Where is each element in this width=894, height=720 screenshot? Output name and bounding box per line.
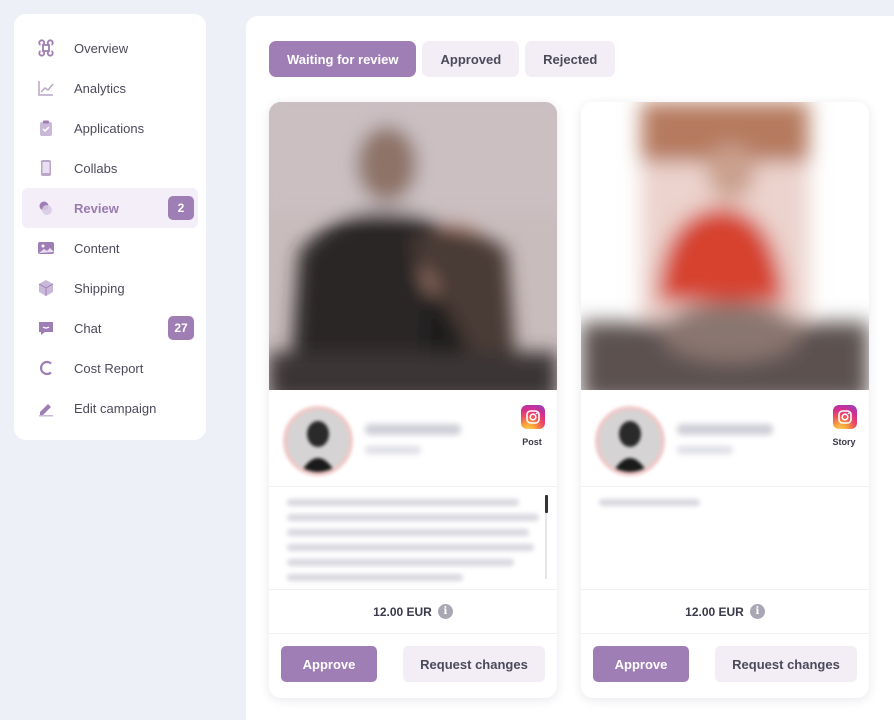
price-value: 12.00 EUR: [373, 604, 432, 619]
caption-text-blurred: [581, 486, 869, 590]
sidebar-item-cost-report[interactable]: Cost Report: [22, 348, 198, 388]
instagram-icon: [521, 405, 545, 429]
creator-avatar[interactable]: [595, 406, 665, 476]
sidebar-item-label: Cost Report: [74, 360, 144, 376]
tab-waiting-for-review[interactable]: Waiting for review: [269, 41, 417, 77]
sidebar-item-review[interactable]: Review 2: [22, 188, 198, 228]
content-type-label: Post: [522, 437, 542, 447]
sidebar-item-label: Collabs: [74, 160, 118, 176]
content-type-label: Story: [832, 437, 856, 447]
sidebar-item-label: Chat: [74, 320, 102, 336]
creator-handle-blurred: [677, 446, 733, 454]
sidebar-item-label: Analytics: [74, 80, 127, 96]
instagram-icon: [833, 405, 857, 429]
sidebar-item-label: Overview: [74, 40, 129, 56]
approve-button[interactable]: Approve: [593, 646, 689, 682]
review-panel: Waiting for review Approved Rejected Pos…: [246, 16, 894, 720]
sidebar-item-overview[interactable]: Overview: [22, 28, 198, 68]
review-icon: [36, 198, 56, 218]
clipboard-icon: [36, 118, 56, 138]
image-icon: [36, 238, 56, 258]
info-icon[interactable]: i: [749, 604, 765, 619]
price-row: 12.00 EUR i: [581, 590, 869, 634]
creator-name-blurred: [677, 424, 773, 435]
caption-text-blurred: [269, 486, 557, 590]
chat-count-badge: 27: [168, 316, 194, 340]
tab-approved[interactable]: Approved: [422, 41, 520, 77]
euro-icon: [36, 358, 56, 378]
review-count-badge: 2: [168, 196, 194, 220]
creator-avatar[interactable]: [283, 406, 353, 476]
sidebar: Overview Analytics Applications Collabs …: [14, 14, 206, 440]
command-icon: [36, 38, 56, 58]
price-value: 12.00 EUR: [685, 604, 744, 619]
package-icon: [36, 278, 56, 298]
sidebar-item-shipping[interactable]: Shipping: [22, 268, 198, 308]
phone-icon: [36, 158, 56, 178]
sidebar-item-label: Shipping: [74, 280, 125, 296]
request-changes-button[interactable]: Request changes: [715, 646, 857, 682]
creator-handle-blurred: [365, 446, 421, 454]
caption-scrollbar[interactable]: [545, 495, 548, 513]
tab-rejected[interactable]: Rejected: [525, 41, 616, 77]
sidebar-item-chat[interactable]: Chat 27: [22, 308, 198, 348]
price-row: 12.00 EUR i: [269, 590, 557, 634]
request-changes-button[interactable]: Request changes: [403, 646, 545, 682]
creator-profile-row: Story: [581, 390, 869, 486]
sidebar-item-collabs[interactable]: Collabs: [22, 148, 198, 188]
content-preview-image[interactable]: [581, 102, 869, 390]
chat-icon: [36, 318, 56, 338]
content-preview-image[interactable]: [269, 102, 557, 390]
creator-profile-row: Post: [269, 390, 557, 486]
review-card: Post 12.00 EUR i Approve Request changes: [269, 102, 557, 698]
creator-name-blurred: [365, 424, 461, 435]
chart-icon: [36, 78, 56, 98]
sidebar-item-label: Review: [74, 200, 119, 216]
review-tabs: Waiting for review Approved Rejected: [269, 41, 616, 77]
approve-button[interactable]: Approve: [281, 646, 377, 682]
sidebar-item-content[interactable]: Content: [22, 228, 198, 268]
sidebar-item-label: Content: [74, 240, 120, 256]
sidebar-item-label: Edit campaign: [74, 400, 157, 416]
review-card: Story 12.00 EUR i Approve Request change…: [581, 102, 869, 698]
info-icon[interactable]: i: [437, 604, 453, 619]
sidebar-item-edit-campaign[interactable]: Edit campaign: [22, 388, 198, 428]
sidebar-item-label: Applications: [74, 120, 145, 136]
pencil-icon: [36, 398, 56, 418]
sidebar-item-analytics[interactable]: Analytics: [22, 68, 198, 108]
sidebar-item-applications[interactable]: Applications: [22, 108, 198, 148]
